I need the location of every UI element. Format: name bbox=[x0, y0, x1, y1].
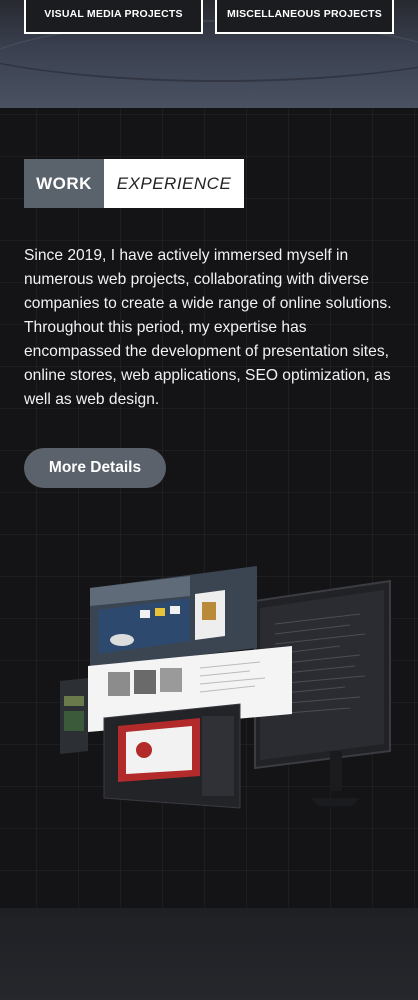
editor-screen bbox=[103, 703, 241, 809]
section-heading: WORK EXPERIENCE bbox=[24, 159, 244, 208]
experience-description: Since 2019, I have actively immersed mys… bbox=[24, 247, 392, 408]
miscellaneous-projects-button[interactable]: MISCELLANEOUS PROJECTS bbox=[215, 0, 394, 34]
heading-work: WORK bbox=[24, 159, 104, 208]
heading-experience: EXPERIENCE bbox=[104, 159, 244, 208]
footer-strip bbox=[0, 908, 418, 1000]
more-details-button[interactable]: More Details bbox=[24, 448, 166, 488]
web-projects-showcase-image bbox=[60, 566, 391, 809]
side-screen bbox=[60, 678, 88, 754]
visual-media-projects-button[interactable]: VISUAL MEDIA PROJECTS bbox=[24, 0, 203, 34]
top-banner: VISUAL MEDIA PROJECTS MISCELLANEOUS PROJ… bbox=[0, 0, 418, 108]
work-experience-section: WORK EXPERIENCE Since 2019, I have activ… bbox=[0, 108, 418, 908]
